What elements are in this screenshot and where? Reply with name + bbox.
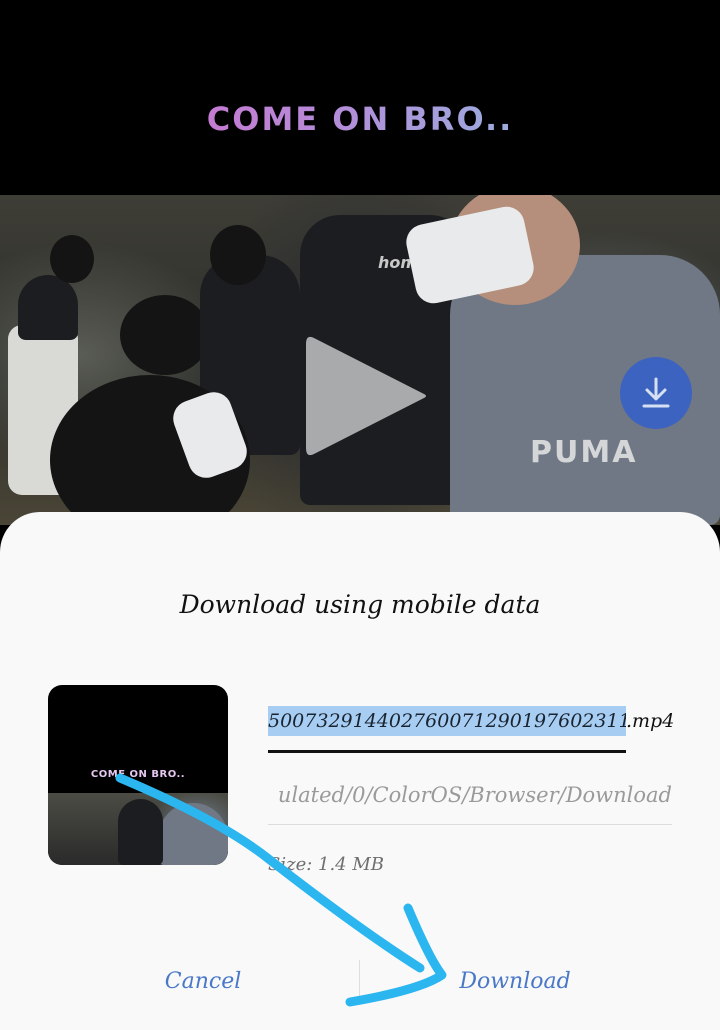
play-button[interactable] [300,330,430,460]
filename-extension: .mp4 [626,710,675,732]
video-caption: COME ON BRO.. [0,100,720,138]
filename-selected-text: 50073291440276007129019760231172n [268,706,626,736]
figure-left-top [18,275,78,340]
filename-input[interactable]: 50073291440276007129019760231172n .mp4 [268,702,678,754]
download-fab-button[interactable] [620,357,692,429]
thumbnail-figure [158,803,228,865]
figure-mid-head [210,225,266,285]
button-divider [359,960,360,1004]
dialog-title: Download using mobile data [179,590,541,619]
figure-left-hair [50,235,94,283]
download-path-field[interactable]: ulated/0/ColorOS/Browser/Download [268,778,672,826]
path-underline [268,824,672,825]
download-icon [642,377,670,408]
thumbnail-figure-dark [118,799,163,865]
play-icon [306,336,426,456]
figure-mid-hair [120,295,210,375]
thumbnail-scene [48,793,228,865]
file-size-label: Size: 1.4 MB [268,854,385,875]
filename-underline [268,750,626,753]
video-top-area: COME ON BRO.. [0,0,720,195]
download-button[interactable]: Download [415,962,615,1002]
cancel-button[interactable]: Cancel [103,962,303,1002]
shirt-text-puma: PUMA [530,435,638,470]
video-thumbnail: COME ON BRO.. [48,685,228,865]
thumbnail-caption: COME ON BRO.. [90,769,186,780]
download-dialog: Download using mobile data COME ON BRO..… [0,512,720,1030]
